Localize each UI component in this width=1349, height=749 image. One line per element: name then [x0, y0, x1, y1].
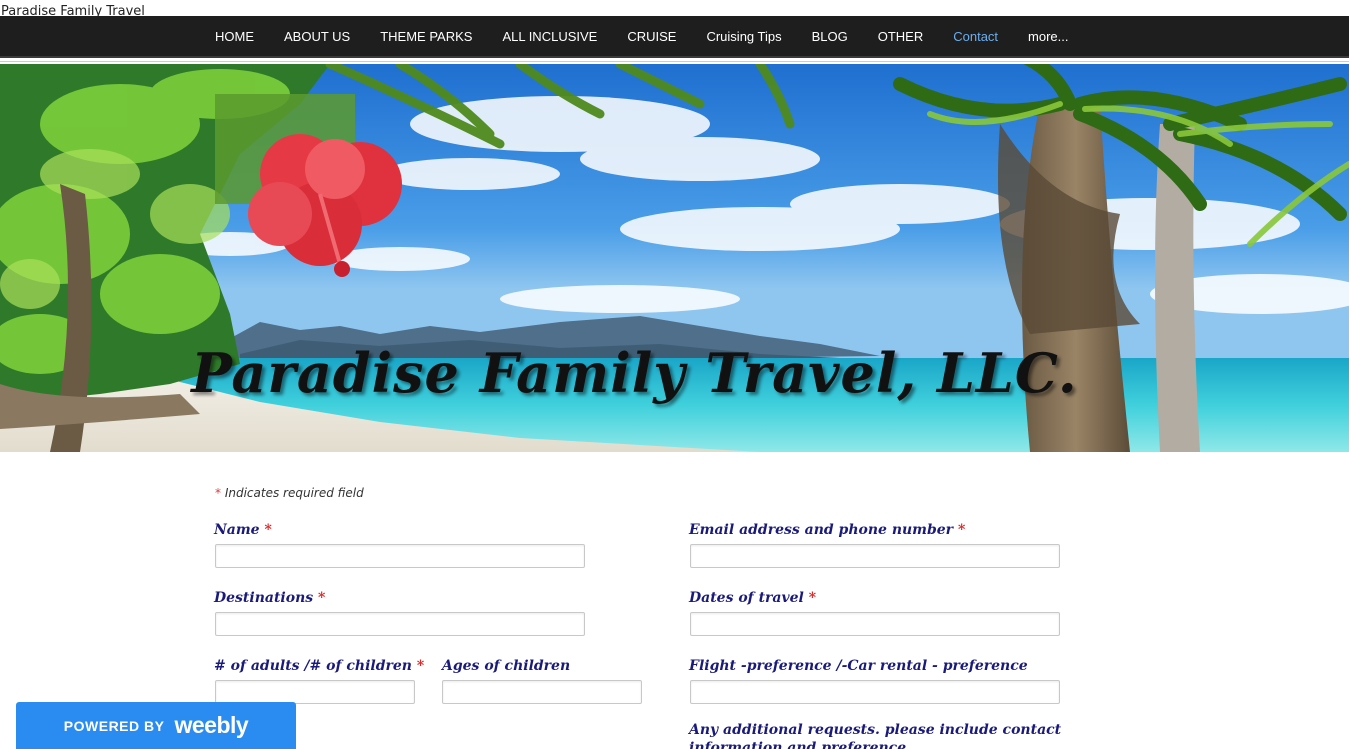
header-banner: Paradise Family Travel, LLC. [0, 64, 1349, 452]
nav-item-more[interactable]: more... [1013, 16, 1083, 58]
adults-children-label: # of adults /# of children * [214, 658, 425, 674]
ages-label: Ages of children [442, 658, 571, 674]
banner-headline: Paradise Family Travel, LLC. [191, 341, 1078, 405]
flight-label: Flight -preference /-Car rental - prefer… [689, 658, 1028, 674]
nav-item-other[interactable]: OTHER [863, 16, 939, 58]
additional-requests-label: Any additional requests. please include … [689, 722, 1062, 749]
name-label: Name * [214, 522, 272, 538]
nav-item-all-inclusive[interactable]: ALL INCLUSIVE [487, 16, 612, 58]
adults-children-input[interactable] [215, 680, 415, 704]
dates-input[interactable] [690, 612, 1060, 636]
nav-item-home[interactable]: HOME [200, 16, 269, 58]
nav-item-contact[interactable]: Contact [938, 16, 1013, 58]
destinations-label: Destinations * [214, 590, 326, 606]
nav-item-cruising-tips[interactable]: Cruising Tips [691, 16, 796, 58]
required-asterisk: * [215, 486, 221, 500]
weebly-logo: weebly [174, 712, 249, 738]
nav-item-about-us[interactable]: ABOUT US [269, 16, 365, 58]
main-navigation: HOME ABOUT US THEME PARKS ALL INCLUSIVE CRUI… [0, 16, 1349, 58]
nav-item-blog[interactable]: BLOG [797, 16, 863, 58]
email-phone-input[interactable] [690, 544, 1060, 568]
nav-item-cruise[interactable]: CRUISE [612, 16, 691, 58]
site-title-bar: Paradise Family Travel [0, 0, 1349, 19]
flight-car-input[interactable] [690, 680, 1060, 704]
dates-label: Dates of travel * [689, 590, 817, 606]
weebly-badge[interactable]: POWERED BY weebly [16, 702, 296, 749]
required-note-text: Indicates required field [224, 486, 364, 500]
email-label: Email address and phone number * [689, 522, 966, 538]
required-field-note: * Indicates required field [215, 486, 364, 500]
destinations-input[interactable] [215, 612, 585, 636]
name-input[interactable] [215, 544, 585, 568]
nav-menu: HOME ABOUT US THEME PARKS ALL INCLUSIVE CRUI… [200, 16, 1084, 58]
nav-item-theme-parks[interactable]: THEME PARKS [365, 16, 487, 58]
ages-input[interactable] [442, 680, 642, 704]
powered-by-text: POWERED BY [63, 717, 165, 734]
